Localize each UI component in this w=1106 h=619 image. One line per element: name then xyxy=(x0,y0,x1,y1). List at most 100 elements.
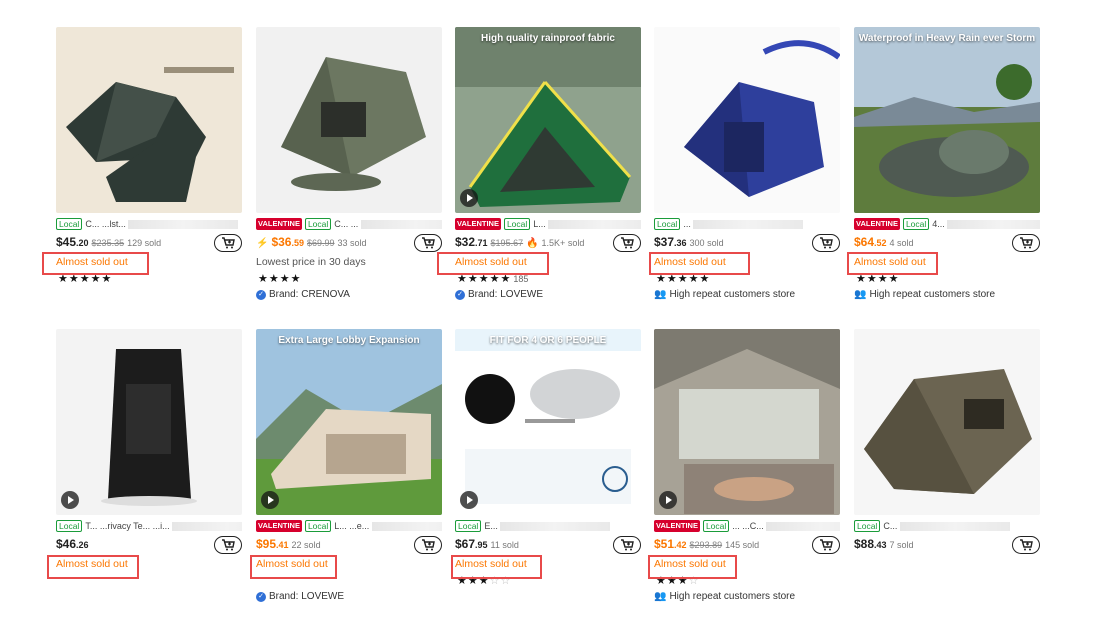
valentine-badge: VALENTINE xyxy=(256,520,302,532)
highlight-box xyxy=(47,555,139,579)
product-image[interactable] xyxy=(654,27,840,213)
price: $32.71 xyxy=(455,235,488,249)
price: $64.52 xyxy=(854,235,887,249)
title-row[interactable]: VALENTINE Local... ...C... xyxy=(654,519,840,533)
title-row[interactable]: Local C... xyxy=(854,519,1040,533)
star-rating[interactable]: ★★★★ xyxy=(258,272,301,285)
product-image[interactable]: Extra Large Lobby Expansion xyxy=(256,329,442,515)
local-badge: Local xyxy=(503,218,531,230)
verified-check-icon: ✓ xyxy=(455,289,465,300)
local-badge: Local xyxy=(902,218,930,230)
product-title[interactable]: ... xyxy=(683,219,840,230)
title-row[interactable]: VALENTINE Local L... xyxy=(455,217,641,231)
sold-count: 4 sold xyxy=(889,238,914,248)
verified-check-icon: ✓ xyxy=(256,289,266,300)
add-to-cart-icon[interactable] xyxy=(414,536,442,554)
product-image[interactable]: Waterproof in Heavy Rain ever Storm xyxy=(854,27,1040,213)
highlight-box xyxy=(451,555,542,579)
local-badge: Local xyxy=(56,218,83,230)
sold-count: 11 sold xyxy=(490,540,519,550)
play-icon[interactable] xyxy=(460,491,478,509)
product-title[interactable]: E... xyxy=(484,521,641,532)
price: $88.43 xyxy=(854,537,887,551)
add-to-cart-icon[interactable] xyxy=(812,536,840,554)
play-icon[interactable] xyxy=(261,491,279,509)
add-to-cart-icon[interactable] xyxy=(812,234,840,252)
add-to-cart-icon[interactable] xyxy=(214,536,242,554)
product-card[interactable]: VALENTINE Local C... ... ⚡ $36.59 $69.99 33 s… xyxy=(256,27,442,317)
add-to-cart-icon[interactable] xyxy=(613,536,641,554)
product-image[interactable] xyxy=(654,329,840,515)
highlight-box xyxy=(437,252,549,275)
original-price: $293.89 xyxy=(689,540,723,550)
add-to-cart-icon[interactable] xyxy=(1012,536,1040,554)
product-title[interactable]: ... ...C... xyxy=(732,521,840,532)
product-title[interactable]: 4... xyxy=(932,219,1040,230)
brand-label[interactable]: ✓ Brand: LOVEWE xyxy=(256,591,344,602)
image-caption: High quality rainproof fabric xyxy=(481,33,615,44)
title-row[interactable]: Local T... ...rivacy Te... ...i... xyxy=(56,519,242,533)
people-icon: 👥 xyxy=(654,591,667,602)
add-to-cart-icon[interactable] xyxy=(1012,234,1040,252)
price: $45.20 xyxy=(56,235,89,249)
add-to-cart-icon[interactable] xyxy=(613,234,641,252)
local-badge: Local xyxy=(455,520,482,532)
highlight-box xyxy=(648,555,737,579)
product-title[interactable]: C... ... xyxy=(334,219,442,230)
title-row[interactable]: VALENTINE Local L... ...e... xyxy=(256,519,442,533)
product-title[interactable]: C... ...lst... xyxy=(85,219,242,230)
valentine-badge: VALENTINE xyxy=(455,218,501,230)
add-to-cart-icon[interactable] xyxy=(414,234,442,252)
people-icon: 👥 xyxy=(854,289,867,300)
title-row[interactable]: VALENTINE Local C... ... xyxy=(256,217,442,231)
product-card[interactable]: Local C... $88.43 7 sold xyxy=(854,329,1040,619)
valentine-badge: VALENTINE xyxy=(256,218,302,230)
play-icon[interactable] xyxy=(460,189,478,207)
product-image[interactable] xyxy=(256,27,442,213)
verified-check-icon: ✓ xyxy=(256,591,266,602)
product-image[interactable]: High quality rainproof fabric xyxy=(455,27,641,213)
people-icon: 👥 xyxy=(654,289,667,300)
product-title[interactable]: L... xyxy=(533,219,641,230)
original-price: $69.99 xyxy=(307,238,335,248)
product-title[interactable]: C... xyxy=(883,521,1040,532)
image-caption: Extra Large Lobby Expansion xyxy=(278,335,420,346)
brand-label[interactable]: ✓ Brand: CRENOVA xyxy=(256,289,350,300)
review-count: 185 xyxy=(513,274,529,284)
highlight-box xyxy=(847,252,938,275)
product-image[interactable]: FIT FOR 4 OR 6 PEOPLE xyxy=(455,329,641,515)
title-row[interactable]: VALENTINE Local 4... xyxy=(854,217,1040,231)
product-image[interactable] xyxy=(56,329,242,515)
title-row[interactable]: Local E... xyxy=(455,519,641,533)
price: $36.59 xyxy=(271,235,304,249)
highlight-box xyxy=(42,252,149,275)
store-label[interactable]: 👥 High repeat customers store xyxy=(854,289,995,300)
sold-count: 7 sold xyxy=(889,540,914,550)
local-badge: Local xyxy=(304,218,332,230)
local-badge: Local xyxy=(702,520,730,532)
title-row[interactable]: Local C... ...lst... xyxy=(56,217,242,231)
store-label[interactable]: 👥 High repeat customers store xyxy=(654,289,795,300)
highlight-box xyxy=(649,252,750,275)
title-row[interactable]: Local... xyxy=(654,217,840,231)
flame-icon: ⚡ xyxy=(256,238,269,249)
image-caption: Waterproof in Heavy Rain ever Storm xyxy=(858,33,1036,44)
image-caption: FIT FOR 4 OR 6 PEOPLE xyxy=(489,335,607,346)
store-label[interactable]: 👥 High repeat customers store xyxy=(654,591,795,602)
price: $51.42 xyxy=(654,537,687,551)
product-image[interactable] xyxy=(854,329,1040,515)
product-title[interactable]: L... ...e... xyxy=(334,521,442,532)
brand-label[interactable]: ✓ Brand: LOVEWE xyxy=(455,289,543,300)
product-image[interactable] xyxy=(56,27,242,213)
add-to-cart-icon[interactable] xyxy=(214,234,242,252)
local-badge: Local xyxy=(654,218,681,230)
highlight-box xyxy=(250,555,337,579)
play-icon[interactable] xyxy=(61,491,79,509)
valentine-badge: VALENTINE xyxy=(654,520,700,532)
price: $67.95 xyxy=(455,537,488,551)
price: $37.36 xyxy=(654,235,687,249)
sold-count: 1.5K+ sold xyxy=(541,238,585,248)
product-title[interactable]: T... ...rivacy Te... ...i... xyxy=(85,521,242,532)
play-icon[interactable] xyxy=(659,491,677,509)
flame-icon: 🔥 xyxy=(526,238,539,249)
